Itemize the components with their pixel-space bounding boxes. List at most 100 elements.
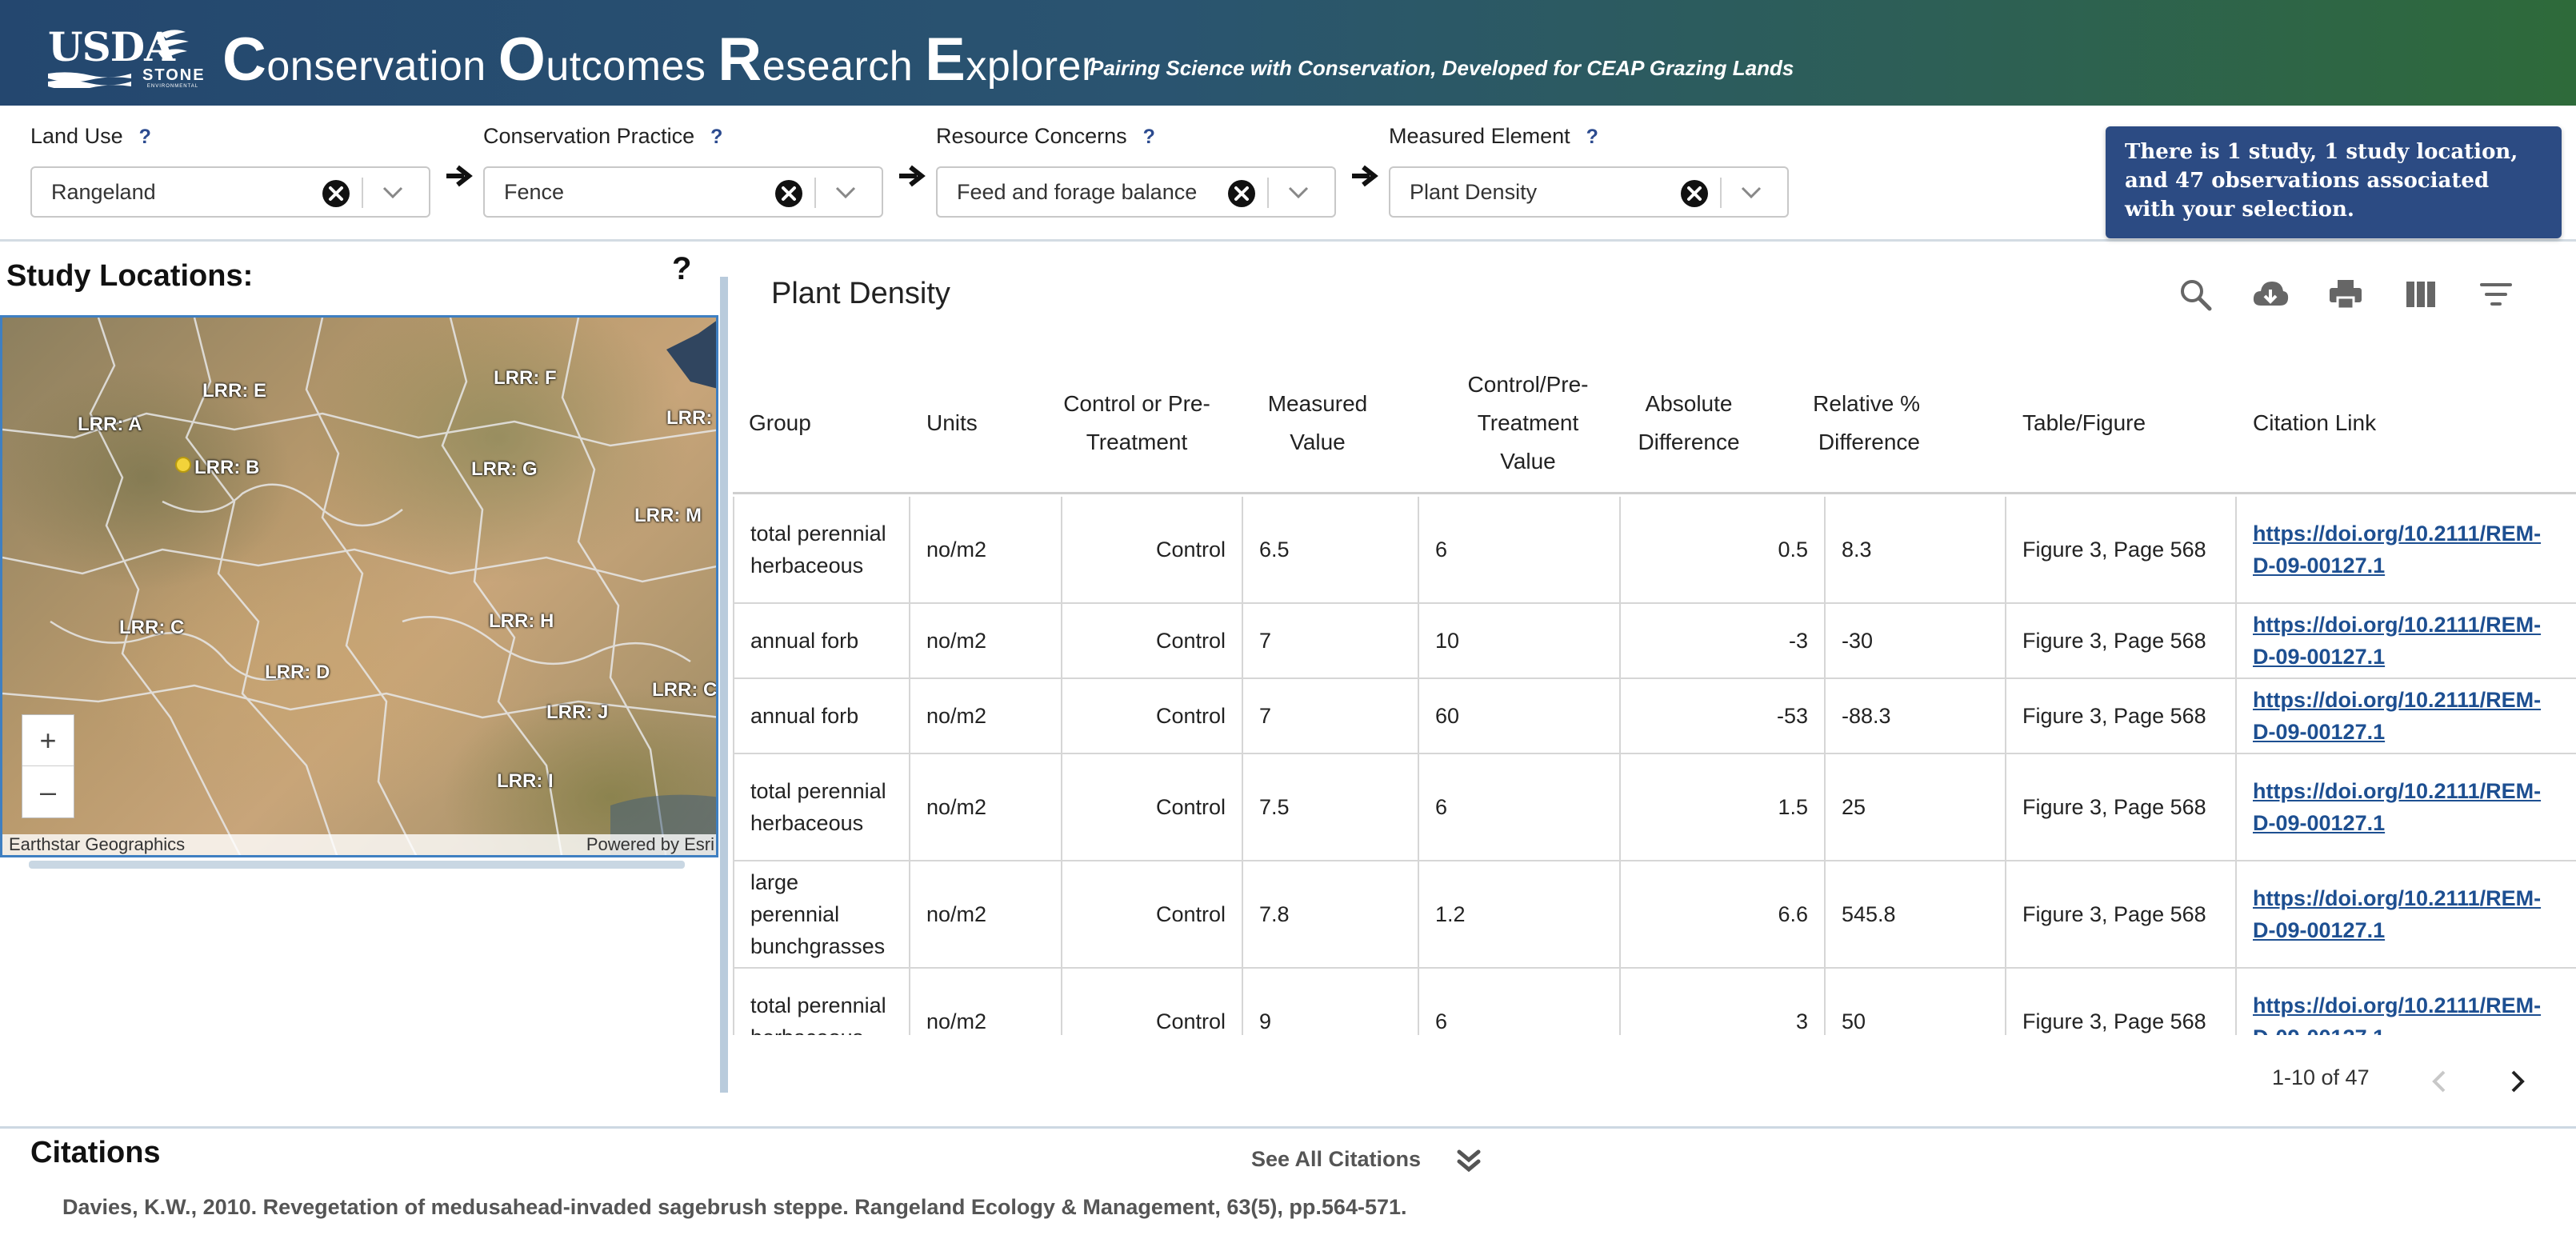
print-icon[interactable] [2326,275,2365,314]
table-title: Plant Density [771,277,950,310]
map-help-icon[interactable]: ? [672,251,691,287]
citation-link[interactable]: https://doi.org/10.2111/REM-D-09-00127.1 [2237,754,2576,860]
map-region-label: LRR: B [194,457,260,478]
cell-measured-value: 7.8 [1243,861,1419,967]
clear-icon[interactable] [1680,179,1709,208]
column-header-measured-value[interactable]: Measured Value [1258,352,1378,494]
stone-logo-text: STONE [142,66,206,84]
select-value: Feed and forage balance [957,180,1198,204]
chevron-down-icon[interactable] [381,184,405,202]
attribution-right[interactable]: Powered by Esri [586,834,714,855]
cell-control-value: 60 [1419,679,1621,753]
help-icon[interactable]: ? [1586,121,1598,153]
resource-concerns-select[interactable]: Feed and forage balance [936,166,1336,218]
cell-table-figure: Figure 3, Page 568 [2006,679,2237,753]
cell-absolute-difference: 1.5 [1621,754,1826,860]
usda-waves-icon [48,72,131,90]
chevron-down-icon[interactable] [1286,184,1310,202]
column-header-units[interactable]: Units [926,352,1046,494]
next-page-button[interactable] [2501,1065,2533,1097]
map-horizontal-scrollbar[interactable] [29,861,685,869]
citations-title: Citations [30,1136,161,1169]
map-region-label: LRR: E [202,380,266,402]
citation-link[interactable]: https://doi.org/10.2111/REM-D-09-00127.1 [2237,861,2576,967]
citation-entry: Davies, K.W., 2010. Revegetation of medu… [62,1195,1407,1219]
cell-control: Control [1062,604,1243,677]
column-header-control-value[interactable]: Control/Pre-Treatment Value [1458,352,1598,494]
measured-element-select[interactable]: Plant Density [1389,166,1789,218]
map-region-label: LRR: D [265,661,330,683]
cell-control-value: 10 [1419,604,1621,677]
title-word: onservation [266,43,498,90]
previous-page-button[interactable] [2424,1065,2456,1097]
title-initial: R [718,26,762,94]
cell-table-figure: Figure 3, Page 568 [2006,861,2237,967]
map-region-label: LRR: J [546,701,609,723]
column-header-group[interactable]: Group [749,352,909,494]
title-word: esearch [762,43,926,90]
double-chevron-down-icon[interactable] [1453,1145,1485,1177]
columns-icon[interactable] [2402,275,2440,314]
chevron-down-icon[interactable] [834,184,858,202]
filter-conservation-practice: Conservation Practice? Fence [483,120,883,218]
map-region-label: LRR: F [494,367,557,389]
filter-label: Land Use? [30,120,151,152]
attribution-left: Earthstar Geographics [9,834,186,854]
study-locations-map[interactable]: LRR: E LRR: F LRR: A LRR: LRR: B LRR: G … [0,315,718,857]
cell-control: Control [1062,754,1243,860]
cell-group: total perennial herbaceous [733,969,910,1035]
map-region-label: LRR: A [78,414,142,435]
zoom-out-button[interactable]: – [22,766,74,817]
filter-icon[interactable] [2477,275,2515,314]
citation-link[interactable]: https://doi.org/10.2111/REM-D-09-00127.1 [2237,969,2576,1035]
column-header-citation-link[interactable]: Citation Link [2253,352,2493,494]
cell-control-value: 6 [1419,497,1621,602]
download-icon[interactable] [2251,275,2290,314]
help-icon[interactable]: ? [710,121,722,153]
study-locations-title: Study Locations: [6,259,254,293]
filter-measured-element: Measured Element? Plant Density [1389,120,1789,218]
map-region-label: LRR: C [119,617,185,638]
study-location-marker[interactable] [175,457,191,473]
cell-group: annual forb [733,679,910,753]
clear-icon[interactable] [774,179,803,208]
cell-group: annual forb [733,604,910,677]
panel-vertical-scrollbar[interactable] [720,277,728,1093]
cell-measured-value: 7 [1243,679,1419,753]
clear-icon[interactable] [322,179,350,208]
zoom-in-button[interactable]: + [22,715,74,766]
column-header-absolute-difference[interactable]: Absolute Difference [1621,352,1757,494]
help-icon[interactable]: ? [139,121,151,153]
column-header-control[interactable]: Control or Pre-Treatment [1061,352,1213,494]
cell-absolute-difference: -53 [1621,679,1826,753]
cell-control-value: 6 [1419,969,1621,1035]
cell-absolute-difference: -3 [1621,604,1826,677]
cell-table-figure: Figure 3, Page 568 [2006,604,2237,677]
search-icon[interactable] [2176,275,2214,314]
citation-link[interactable]: https://doi.org/10.2111/REM-D-09-00127.1 [2237,604,2576,677]
citation-link[interactable]: https://doi.org/10.2111/REM-D-09-00127.1 [2237,679,2576,753]
app-header: USDA STONE ENVIRONMENTAL Conservation Ou… [0,0,2576,106]
filter-resource-concerns: Resource Concerns? Feed and forage balan… [936,120,1336,218]
clear-icon[interactable] [1227,179,1256,208]
title-initial: O [498,26,546,94]
map-region-label: LRR: M [634,505,702,526]
map-region-label: LRR: [666,407,713,429]
table-row: annual forb no/m2 Control 7 10 -3 -30 Fi… [733,604,2576,679]
land-use-select[interactable]: Rangeland [30,166,430,218]
citation-link[interactable]: https://doi.org/10.2111/REM-D-09-00127.1 [2237,497,2576,602]
arrow-right-icon [1352,165,1378,187]
cell-absolute-difference: 3 [1621,969,1826,1035]
stone-logo: STONE ENVIRONMENTAL [142,27,206,91]
cell-relative-difference: 50 [1826,969,2006,1035]
help-icon[interactable]: ? [1143,121,1155,153]
column-header-relative-difference[interactable]: Relative % Difference [1802,352,1920,494]
filter-label: Resource Concerns? [936,120,1155,152]
chevron-down-icon[interactable] [1739,184,1763,202]
map-region-label: LRR: G [471,458,538,480]
see-all-citations-button[interactable]: See All Citations [1251,1147,1421,1172]
select-separator [1720,178,1722,208]
cell-measured-value: 7.5 [1243,754,1419,860]
column-header-table-figure[interactable]: Table/Figure [2022,352,2230,494]
conservation-practice-select[interactable]: Fence [483,166,883,218]
